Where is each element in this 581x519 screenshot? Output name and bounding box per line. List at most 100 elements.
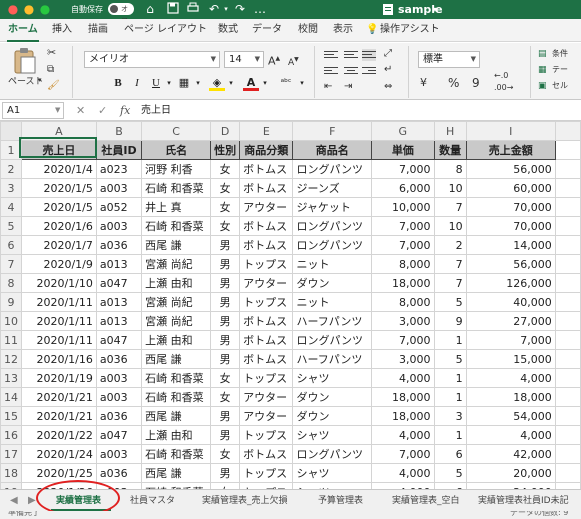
header-cell[interactable]: 氏名	[141, 140, 212, 160]
cell[interactable]: 2020/1/22	[21, 425, 97, 445]
row-header[interactable]: 11	[0, 330, 22, 350]
chevron-down-icon[interactable]: ▾	[257, 75, 273, 91]
redo-icon[interactable]: ↷	[233, 2, 247, 16]
cell[interactable]: 7,000	[371, 444, 435, 464]
cell[interactable]: 10	[433, 178, 467, 198]
cell[interactable]: ロングパンツ	[292, 330, 373, 350]
cell[interactable]: 54,000	[465, 406, 556, 426]
cell[interactable]: 15,000	[465, 349, 556, 369]
cell[interactable]: ダウン	[292, 387, 373, 407]
bold-button[interactable]: B	[110, 75, 126, 91]
cell[interactable]: 4,000	[371, 368, 435, 388]
empty-cell[interactable]	[554, 330, 581, 350]
cell[interactable]: ボトムス	[239, 349, 294, 369]
cell[interactable]: 井上 真	[141, 197, 212, 217]
tab-insert[interactable]: 挿入	[52, 23, 72, 37]
cancel-button[interactable]: ✕	[76, 103, 85, 118]
cell[interactable]: トップス	[239, 368, 294, 388]
cell[interactable]: 2020/1/21	[21, 387, 97, 407]
cell[interactable]: トップス	[239, 292, 294, 312]
cell[interactable]: a003	[95, 216, 143, 236]
cell[interactable]: 3	[433, 406, 467, 426]
column-header[interactable]: C	[141, 121, 212, 141]
column-header[interactable]: G	[371, 121, 435, 141]
cell[interactable]: ボトムス	[239, 178, 294, 198]
chevron-down-icon[interactable]: ▾	[433, 3, 437, 16]
cell[interactable]: 7,000	[465, 330, 556, 350]
cell[interactable]: 40,000	[465, 292, 556, 312]
cell[interactable]: a036	[95, 235, 143, 255]
empty-cell[interactable]	[554, 463, 581, 483]
row-header[interactable]: 18	[0, 463, 22, 483]
cell[interactable]: ロングパンツ	[292, 216, 373, 236]
cell[interactable]: アウター	[239, 387, 294, 407]
row-header[interactable]: 7	[0, 254, 22, 274]
cell[interactable]: 6	[433, 444, 467, 464]
cell[interactable]: a047	[95, 330, 143, 350]
sheet-tab-budget[interactable]: 予算管理表	[318, 494, 363, 508]
tab-draw[interactable]: 描画	[88, 23, 108, 37]
cell[interactable]: 2020/1/10	[21, 273, 97, 293]
sheet-tab-employee-master[interactable]: 社員マスタ	[130, 494, 175, 508]
format-as-table-label[interactable]: テー	[552, 63, 568, 77]
empty-cell[interactable]	[554, 273, 581, 293]
font-size-select[interactable]: 14 ▼	[224, 51, 264, 68]
row-header[interactable]: 16	[0, 425, 22, 445]
cell[interactable]: 56,000	[465, 254, 556, 274]
empty-cell[interactable]	[554, 425, 581, 445]
cell[interactable]: a052	[95, 197, 143, 217]
cell[interactable]: 上瀬 由和	[141, 330, 212, 350]
align-right-icon[interactable]	[362, 65, 376, 77]
orientation-icon[interactable]: ⤢	[384, 47, 392, 61]
cell[interactable]: ボトムス	[239, 444, 294, 464]
tab-home[interactable]: ホーム	[8, 23, 38, 37]
cell[interactable]: 男	[210, 349, 241, 369]
cell[interactable]: 西尾 謙	[141, 406, 212, 426]
chevron-down-icon[interactable]: ▾	[190, 75, 206, 91]
number-format-select[interactable]: 標準 ▼	[418, 51, 480, 68]
cell[interactable]: 1	[433, 368, 467, 388]
cell[interactable]: 7,000	[371, 330, 435, 350]
cell[interactable]: 女	[210, 368, 241, 388]
cell[interactable]: a013	[95, 311, 143, 331]
save-icon[interactable]	[166, 2, 180, 16]
cell[interactable]: 70,000	[465, 216, 556, 236]
chevron-down-icon[interactable]: ▼	[55, 103, 60, 118]
cell[interactable]: ボトムス	[239, 311, 294, 331]
cell[interactable]: 7	[433, 273, 467, 293]
header-cell[interactable]: 商品名	[292, 140, 373, 160]
autosave-toggle[interactable]: オフ	[108, 3, 134, 25]
cell[interactable]: a023	[95, 159, 143, 179]
cut-icon[interactable]: ✂	[47, 46, 56, 60]
conditional-format-icon[interactable]: ▤	[538, 47, 547, 61]
decrease-decimal-icon[interactable]: .00→	[494, 81, 513, 95]
row-header[interactable]: 15	[0, 406, 22, 426]
cell[interactable]: 42,000	[465, 444, 556, 464]
cell[interactable]: ニット	[292, 292, 373, 312]
spreadsheet-grid[interactable]: A B C D E F G H I 1 売上日 社員ID 氏名 性別 商品分類 商品名 単価 数量 売上金額 2 202…	[0, 121, 581, 489]
cell[interactable]: 18,000	[371, 273, 435, 293]
print-icon[interactable]	[186, 2, 200, 16]
cell[interactable]: 2020/1/21	[21, 406, 97, 426]
cell[interactable]: ロングパンツ	[292, 235, 373, 255]
home-icon[interactable]: ⌂	[143, 2, 157, 16]
empty-cell[interactable]	[554, 444, 581, 464]
cell[interactable]: 56,000	[465, 159, 556, 179]
cell[interactable]: ニット	[292, 254, 373, 274]
zoom-window-icon[interactable]: ●	[38, 2, 52, 16]
copy-icon[interactable]: ⧉	[47, 63, 54, 77]
cell[interactable]: 河野 利香	[141, 159, 212, 179]
align-middle-icon[interactable]	[344, 49, 358, 61]
cell[interactable]: a036	[95, 463, 143, 483]
row-header[interactable]: 9	[0, 292, 22, 312]
cell[interactable]: ジーンズ	[292, 178, 373, 198]
tab-formulas[interactable]: 数式	[218, 23, 238, 37]
cell[interactable]: 4,000	[465, 368, 556, 388]
column-header[interactable]: B	[95, 121, 143, 141]
cell[interactable]: a003	[95, 387, 143, 407]
italic-button[interactable]: I	[129, 75, 145, 91]
next-sheet-icon[interactable]: ▶	[28, 494, 36, 508]
cell[interactable]: a036	[95, 349, 143, 369]
cell[interactable]: ロングパンツ	[292, 444, 373, 464]
cell[interactable]: 男	[210, 406, 241, 426]
